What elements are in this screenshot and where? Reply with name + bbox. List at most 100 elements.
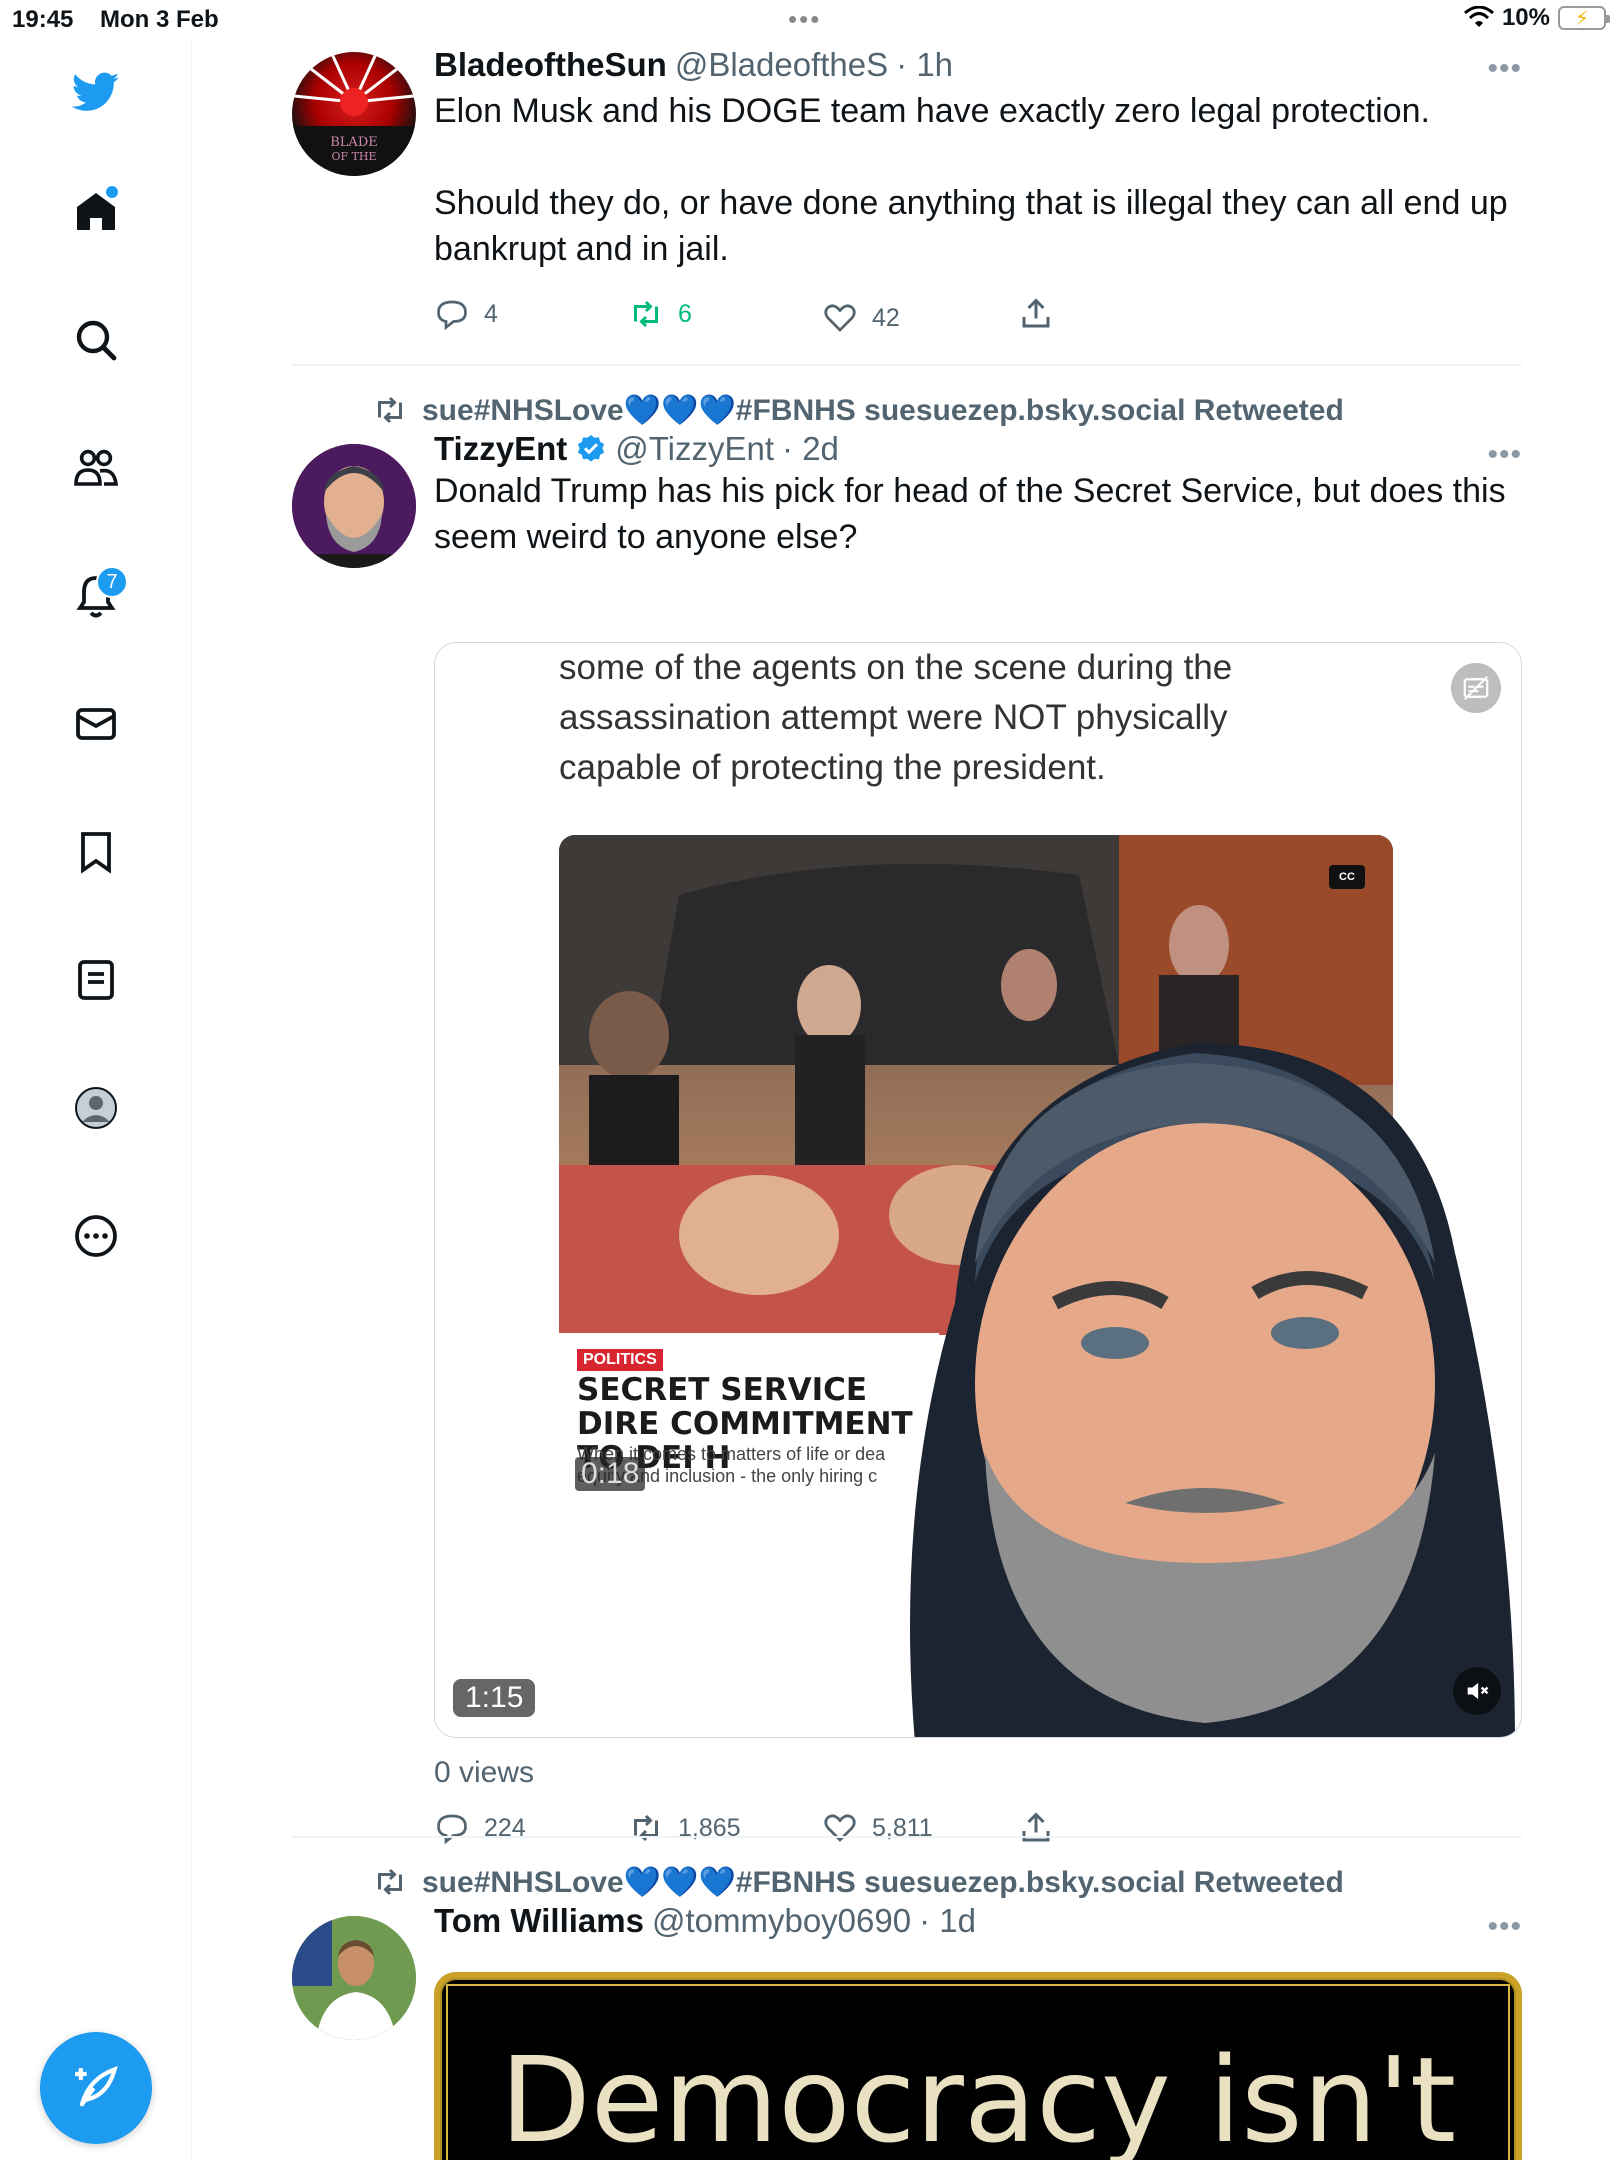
more-options-icon[interactable]: ••• [1487,52,1522,86]
sidebar-item-profile[interactable] [64,1076,128,1140]
tweet-header: TizzyEnt @TizzyEnt · 2d [434,430,1522,468]
video-caption-text: some of the agents on the scene during t… [559,648,1233,787]
tweet-divider [292,1836,1522,1838]
share-button[interactable] [1018,1810,1054,1846]
retweet-icon [634,300,658,328]
avatar[interactable] [292,444,416,568]
like-button[interactable]: 5,811 [822,1810,933,1846]
video-duration: 1:15 [453,1679,536,1717]
tweet-actions: 4 6 42 [434,296,1134,340]
retweeted-by-line[interactable]: sue#NHSLove💙💙💙#FBNHS suesuezep.bsky.soci… [372,1864,1344,1900]
avatar[interactable]: BLADE OF THE [292,52,416,176]
author-handle[interactable]: @tommyboy0690 [652,1902,911,1940]
author-handle[interactable]: @TizzyEnt [615,430,774,468]
list-icon [78,960,114,1000]
retweet-icon [378,1868,402,1896]
reply-icon [437,300,467,331]
tweet-time[interactable]: · 1d [919,1902,976,1940]
new-content-dot [106,186,118,198]
retweet-count: 6 [678,299,692,328]
author-handle[interactable]: @BladeoftheS [675,46,888,84]
avatar-logo-text: BLADE [330,135,378,150]
status-indicators: 10% ⚡ [1463,4,1610,32]
profile-icon [75,1087,117,1129]
sidebar-item-home[interactable] [64,180,128,244]
reply-button[interactable]: 224 [434,1810,526,1846]
news-tag: POLITICS [577,1349,663,1371]
tweet-text: Elon Musk and his DOGE team have exactly… [434,92,1430,130]
sidebar-item-communities[interactable] [64,436,128,500]
sidebar-item-messages[interactable] [64,692,128,756]
cc-badge: CC [1329,865,1365,889]
author-name[interactable]: Tom Williams [434,1902,644,1940]
retweeted-by-text: sue#NHSLove💙💙💙#FBNHS suesuezep.bsky.soci… [422,1865,1344,1899]
tweet-image[interactable]: Democracy isn't [434,1972,1522,2160]
author-name[interactable]: TizzyEnt [434,430,567,468]
tweet-time[interactable]: · 1h [896,46,953,84]
heart-icon [824,1814,856,1842]
tweet-body: BladeoftheSun @BladeoftheS · 1h Elon Mus… [434,46,1522,272]
like-button[interactable]: 42 [822,300,900,336]
tweet-bladeofthesun[interactable]: BLADE OF THE BladeoftheSun @BladeoftheS … [292,40,1522,360]
reply-icon [437,1814,467,1845]
share-icon [1022,1812,1050,1842]
author-name[interactable]: BladeoftheSun [434,46,667,84]
notification-badge: 7 [96,566,128,598]
mail-icon [76,708,116,740]
twitter-logo-icon[interactable] [64,60,128,124]
view-count: 0 views [434,1756,535,1789]
like-count: 5,811 [872,1813,933,1842]
tweet-header: BladeoftheSun @BladeoftheS · 1h [434,46,1522,84]
inner-video-timestamp: 0:18 [575,1457,646,1491]
sidebar-item-bookmarks[interactable] [64,820,128,884]
tweet-text: Should they do, or have done anything th… [434,184,1508,268]
sidebar-item-explore[interactable] [64,308,128,372]
retweet-count: 1,865 [678,1813,741,1842]
video-player[interactable]: some of the agents on the scene during t… [434,642,1522,1738]
retweet-button[interactable]: 1,865 [628,1810,741,1846]
avatar-portrait [292,1916,416,2040]
retweeted-by-text: sue#NHSLove💙💙💙#FBNHS suesuezep.bsky.soci… [422,393,1344,427]
captions-toggle-icon[interactable] [1451,663,1501,713]
reply-count: 4 [484,299,498,328]
tweet-actions: 224 1,865 5,811 [434,1810,1134,1854]
bookmark-icon [81,832,111,874]
more-circle-icon [75,1215,117,1257]
tweet-time[interactable]: · 2d [782,430,839,468]
mute-toggle-icon[interactable] [1453,1667,1501,1715]
like-count: 42 [872,303,900,332]
share-button[interactable] [1018,296,1054,332]
status-time: 19:45 [12,6,74,33]
tweet-text: Donald Trump has his pick for head of th… [434,472,1506,556]
reply-button[interactable]: 4 [434,296,498,332]
more-options-icon[interactable]: ••• [1487,1910,1522,1944]
share-icon [1022,298,1050,328]
news-headline-card: POLITICS SECRET SERVICE DIRE COMMITMENT … [559,1333,939,1503]
heart-icon [824,304,856,332]
bird-icon [72,72,120,111]
tweet-tom-williams[interactable]: sue#NHSLove💙💙💙#FBNHS suesuezep.bsky.soci… [292,1860,1522,2160]
tweet-body: Tom Williams @tommyboy0690 · 1d [434,1902,1522,1940]
tweet-divider [292,364,1522,366]
avatar-portrait [292,444,416,568]
search-icon [76,320,117,361]
compose-tweet-button[interactable] [40,2032,152,2144]
battery-percent: 10% [1501,4,1550,31]
wifi-icon [1463,6,1494,27]
presenter-face-image [910,1043,1515,1737]
tweet-header: Tom Williams @tommyboy0690 · 1d [434,1902,1522,1940]
more-options-icon[interactable]: ••• [1487,438,1522,472]
sidebar-nav: 7 [0,40,192,2160]
multitask-dots[interactable]: ••• [788,4,821,35]
people-icon [74,449,119,486]
svg-text:OF THE: OF THE [331,150,376,163]
sidebar-item-more[interactable] [64,1204,128,1268]
retweet-button[interactable]: 6 [628,296,692,332]
sidebar-item-notifications[interactable]: 7 [64,564,128,628]
sidebar-item-lists[interactable] [64,948,128,1012]
tweet-tizzyent[interactable]: sue#NHSLove💙💙💙#FBNHS suesuezep.bsky.soci… [292,388,1522,1858]
retweeted-by-line[interactable]: sue#NHSLove💙💙💙#FBNHS suesuezep.bsky.soci… [372,392,1344,428]
avatar[interactable] [292,1916,416,2040]
reply-count: 224 [484,1813,526,1842]
battery-charging-icon: ⚡ [1558,6,1610,30]
